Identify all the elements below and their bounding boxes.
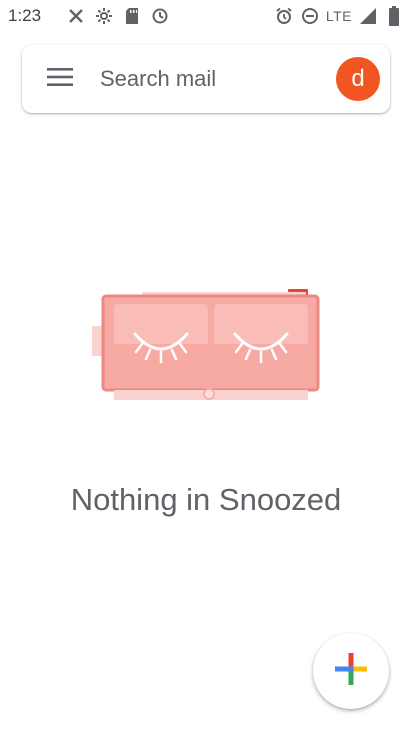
alarm-icon	[274, 6, 294, 26]
compose-button[interactable]	[313, 633, 389, 709]
status-time: 1:23	[8, 6, 42, 25]
account-avatar[interactable]: d	[336, 57, 380, 101]
hamburger-menu-icon	[47, 67, 73, 92]
menu-button[interactable]	[38, 59, 82, 99]
lte-signal-icon	[358, 6, 378, 26]
network-type-label: LTE	[325, 8, 352, 24]
missed-call-x-icon	[66, 6, 86, 26]
battery-icon	[384, 6, 404, 26]
empty-state-message: Nothing in Snoozed	[70, 482, 342, 517]
sync-icon	[150, 6, 170, 26]
do-not-disturb-icon	[300, 6, 320, 26]
status-right-icons: LTE	[274, 6, 404, 26]
sleeping-alarm-clock-illustration	[88, 286, 328, 406]
avatar-letter: d	[351, 65, 365, 92]
status-bar: 1:23 LTE	[0, 0, 412, 32]
plus-icon	[333, 651, 369, 692]
status-left-icons	[66, 6, 170, 26]
search-input[interactable]	[100, 63, 310, 95]
search-bar[interactable]: d	[22, 45, 390, 113]
sd-card-icon	[122, 6, 142, 26]
settings-fan-icon	[94, 6, 114, 26]
